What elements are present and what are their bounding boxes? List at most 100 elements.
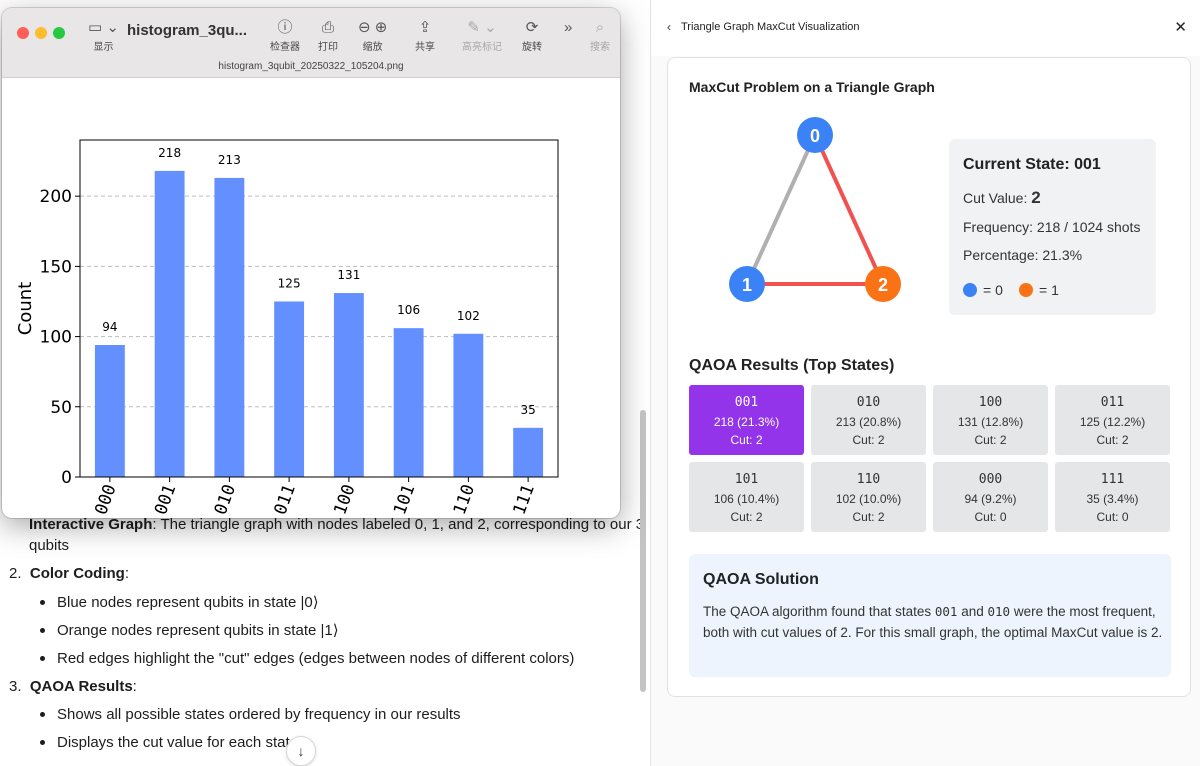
- inspector-button[interactable]: ⓘ 检查器: [270, 18, 300, 53]
- share-icon: ⇪: [418, 19, 432, 36]
- x-tick-label: 111: [510, 482, 539, 518]
- state-code: 001: [934, 604, 958, 619]
- print-button[interactable]: ⎙ 打印: [318, 18, 338, 53]
- highlight-button[interactable]: ✎ ⌄ 高亮标记: [462, 18, 502, 53]
- minimize-window-button[interactable]: [35, 27, 47, 39]
- result-cut: Cut: 2: [1096, 433, 1129, 447]
- preview-window: ▭ ⌄ 显示 histogram_3qu... ⓘ 检查器 ⎙ 打印 ⊖ ⊕ 缩…: [2, 8, 620, 518]
- result-cut: Cut: 2: [974, 433, 1007, 447]
- list-item: Shows all possible states ordered by fre…: [57, 706, 461, 723]
- y-tick-label: 200: [40, 187, 72, 207]
- bar-111: [513, 427, 544, 477]
- result-count: 106 (10.4%): [713, 492, 780, 506]
- list-item: Displays the cut value for each state: [57, 734, 298, 751]
- solution-title: QAOA Solution: [703, 571, 819, 588]
- sidebar-toggle-button[interactable]: ▭ ⌄ 显示: [88, 18, 119, 53]
- result-tile-000[interactable]: 000 94 (9.2%) Cut: 0: [933, 462, 1048, 532]
- y-tick-label: 100: [40, 328, 72, 348]
- result-tile-010[interactable]: 010 213 (20.8%) Cut: 2: [811, 385, 926, 455]
- result-cut: Cut: 0: [1096, 510, 1129, 524]
- node-2[interactable]: 2: [865, 266, 901, 302]
- histogram-image: 0 50 100 150 200 94 000 218 001 213 010 125 011 131 10…: [2, 78, 620, 518]
- edge-0-2-cut: [813, 134, 885, 285]
- zoom-button[interactable]: ⊖ ⊕ 缩放: [358, 18, 387, 53]
- panel-header: ‹ Triangle Graph MaxCut Visualization ✕: [651, 0, 1200, 56]
- result-count: 213 (20.8%): [835, 415, 902, 429]
- result-count: 218 (21.3%): [713, 415, 780, 429]
- node-label: 0: [810, 126, 820, 146]
- share-button[interactable]: ⇪ 共享: [415, 18, 435, 53]
- result-tile-001[interactable]: 001 218 (21.3%) Cut: 2: [689, 385, 804, 455]
- bar-000: [94, 345, 125, 477]
- list-item: Red edges highlight the "cut" edges (edg…: [57, 650, 575, 667]
- result-state: 101: [734, 472, 759, 487]
- result-tile-101[interactable]: 101 106 (10.4%) Cut: 2: [689, 462, 804, 532]
- info-icon: ⓘ: [277, 19, 293, 36]
- triangle-graph: 0 1 2: [729, 117, 901, 302]
- sidebar-icon: ▭ ⌄: [88, 19, 119, 36]
- doc-scrollbar[interactable]: [640, 410, 646, 692]
- bar-100: [333, 293, 364, 477]
- frequency-line: Frequency: 218 / 1024 shots: [963, 219, 1141, 235]
- y-axis-label: Count: [15, 282, 36, 335]
- bullet-dot: [40, 600, 45, 605]
- artifact-panel: ‹ Triangle Graph MaxCut Visualization ✕ …: [650, 0, 1200, 766]
- result-count: 125 (12.2%): [1079, 415, 1146, 429]
- x-tick-label: 001: [151, 482, 180, 518]
- x-tick-label: 010: [211, 482, 240, 518]
- preview-filename: histogram_3qubit_20250322_105204.png: [218, 61, 404, 72]
- list-item: Orange nodes represent qubits in state |…: [57, 622, 339, 639]
- result-state: 111: [1100, 472, 1125, 487]
- plot-frame: [79, 139, 559, 478]
- result-tile-100[interactable]: 100 131 (12.8%) Cut: 2: [933, 385, 1048, 455]
- state-code: 010: [987, 604, 1011, 619]
- chevron-left-icon[interactable]: ‹: [667, 20, 671, 34]
- bullet-dot: [40, 656, 45, 661]
- pencil-icon: ✎ ⌄: [467, 19, 497, 36]
- legend-orange-dot: [1019, 283, 1033, 297]
- zoom-window-button[interactable]: [53, 27, 65, 39]
- y-tick-label: 50: [50, 398, 72, 418]
- node-1[interactable]: 1: [729, 266, 765, 302]
- result-state: 001: [734, 395, 759, 410]
- solution-text: The QAOA algorithm found that states 001…: [703, 604, 1163, 640]
- rotate-icon: ⟳: [525, 19, 539, 36]
- cut-value: 2: [1031, 188, 1041, 207]
- x-tick-label: 011: [271, 482, 300, 518]
- bar-value-label: 106: [397, 303, 420, 317]
- result-count: 35 (3.4%): [1086, 492, 1139, 506]
- result-state: 110: [856, 472, 881, 487]
- result-tile-111[interactable]: 111 35 (3.4%) Cut: 0: [1055, 462, 1170, 532]
- node-0[interactable]: 0: [797, 117, 833, 153]
- bar-value-label: 102: [457, 309, 480, 323]
- qaoa-solution-box: QAOA Solution The QAOA algorithm found t…: [689, 554, 1171, 677]
- bar-value-label: 218: [158, 146, 181, 160]
- zoom-out-zoom-in-icon: ⊖ ⊕: [358, 19, 388, 36]
- bar-value-label: 131: [337, 268, 360, 282]
- search-button[interactable]: ⌕ 搜索: [590, 18, 610, 53]
- result-state: 100: [978, 395, 1003, 410]
- close-icon[interactable]: ✕: [1174, 18, 1187, 36]
- bar-110: [453, 333, 484, 477]
- close-window-button[interactable]: [17, 27, 29, 39]
- chevrons-right-icon: »: [564, 19, 573, 36]
- bar-010: [214, 177, 245, 477]
- list-item-qaoa-results: 3. QAOA Results:: [9, 678, 137, 695]
- bar-value-label: 125: [278, 276, 301, 290]
- rotate-button[interactable]: ⟳ 旋转: [522, 18, 542, 53]
- bar-011: [274, 301, 305, 477]
- scroll-down-button[interactable]: ↓: [286, 736, 316, 766]
- result-cut: Cut: 2: [852, 433, 885, 447]
- result-tile-110[interactable]: 110 102 (10.0%) Cut: 2: [811, 462, 926, 532]
- result-state: 000: [978, 472, 1003, 487]
- result-tile-011[interactable]: 011 125 (12.2%) Cut: 2: [1055, 385, 1170, 455]
- arrow-down-icon: ↓: [297, 743, 305, 759]
- histogram-chart: 0 50 100 150 200 94 000 218 001 213 010 125 011 131 10…: [15, 139, 559, 518]
- current-state-box: Current State: 001 Cut Value: 2 Frequenc…: [949, 139, 1156, 315]
- more-tools-button[interactable]: »: [564, 18, 572, 38]
- result-count: 94 (9.2%): [964, 492, 1017, 506]
- bar-value-label: 213: [218, 153, 241, 167]
- bar-value-label: 35: [520, 403, 535, 417]
- legend-blue-dot: [963, 283, 977, 297]
- list-item-color-coding: 2. Color Coding:: [9, 565, 130, 582]
